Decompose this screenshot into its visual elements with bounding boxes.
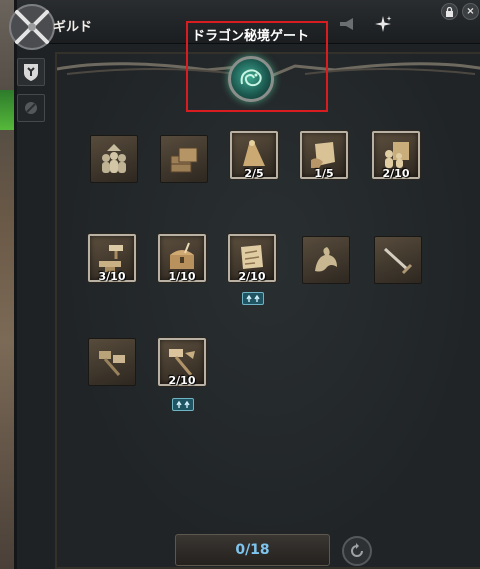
skill-dragon[interactable] (302, 236, 350, 284)
skill-hammers[interactable] (88, 338, 136, 386)
skill-level: 2/10 (382, 167, 410, 180)
arrows-up-icon (176, 400, 190, 408)
skill-scroll-hand[interactable]: 1/5 (300, 131, 348, 180)
refresh-icon (351, 543, 363, 557)
skill-level: 2/5 (244, 167, 264, 180)
skill-crates[interactable] (160, 135, 208, 183)
window-title: ギルド (53, 20, 93, 35)
lock-button[interactable] (441, 3, 458, 20)
skill-sword[interactable] (374, 236, 422, 284)
dragon-gate-button[interactable] (228, 56, 274, 102)
skill-followers[interactable] (90, 135, 138, 183)
skill-level: 1/5 (314, 167, 334, 180)
sword-icon (383, 247, 413, 275)
skill-treasure-chest[interactable]: 1/10 (158, 234, 206, 283)
skill-points-counter: 0/18 (235, 542, 270, 558)
gate-label: ドラゴン秘境ゲート (192, 29, 310, 44)
close-button[interactable]: × (462, 3, 479, 20)
skill-points-bar: 0/18 (175, 534, 330, 566)
skill-level: 3/10 (98, 270, 126, 283)
upgrade-badge[interactable] (172, 398, 194, 411)
sidebar-tab-guild-emblem[interactable] (17, 58, 45, 86)
skill-horn[interactable]: 2/5 (230, 131, 278, 180)
skill-troops[interactable]: 2/10 (372, 131, 420, 180)
followers-icon (102, 144, 126, 173)
skill-level: 2/10 (238, 270, 266, 283)
disabled-circle-icon (25, 102, 37, 114)
dragon-icon (315, 247, 337, 272)
upgrade-badge[interactable] (242, 292, 264, 305)
skill-tree-panel (55, 52, 480, 569)
crates-icon (170, 147, 198, 173)
dragon-head-icon (240, 69, 262, 87)
reset-button[interactable] (342, 536, 372, 566)
arrows-up-icon (246, 294, 260, 302)
hammers-icon (99, 351, 125, 376)
megaphone-icon[interactable] (335, 12, 359, 36)
skill-map-scroll[interactable]: 2/10 (228, 234, 276, 283)
skill-anvil-hammer[interactable]: 3/10 (88, 234, 136, 283)
skill-level: 1/10 (168, 270, 196, 283)
sidebar-tab-other[interactable] (17, 94, 45, 122)
skill-level: 2/10 (168, 374, 196, 387)
skill-forge-hammer[interactable]: 2/10 (158, 338, 206, 387)
lock-icon (446, 6, 453, 17)
sparkle-icon[interactable] (371, 12, 395, 36)
shield-icon (24, 64, 38, 81)
